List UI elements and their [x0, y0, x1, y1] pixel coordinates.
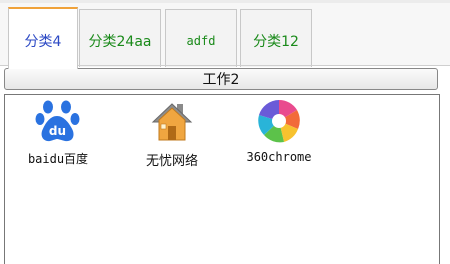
tab-label: adfd: [186, 33, 216, 48]
tab-category-24aa[interactable]: 分类24aa: [79, 9, 161, 67]
tab-label: 分类24aa: [88, 33, 152, 50]
section-title: 工作2: [202, 72, 240, 88]
tab-strip: 分类4 分类24aa adfd 分类12: [0, 3, 450, 69]
360chrome-icon: [258, 99, 300, 143]
shortcut-360chrome[interactable]: 360chrome: [229, 98, 329, 164]
tab-label: 分类12: [253, 33, 299, 50]
svg-text:du: du: [49, 124, 66, 138]
tab-category-4[interactable]: 分类4: [8, 7, 78, 69]
shortcut-label: 360chrome: [246, 150, 312, 164]
section-header-work2[interactable]: 工作2: [4, 68, 438, 90]
tab-category-12[interactable]: 分类12: [240, 9, 312, 67]
shortcut-panel: du baidu百度 无忧网络 360chrome: [4, 94, 440, 264]
shortcut-wuyou-network[interactable]: 无忧网络: [122, 98, 222, 169]
tab-label: 分类4: [24, 34, 62, 50]
tab-adfd[interactable]: adfd: [165, 9, 237, 67]
house-icon: [151, 103, 193, 141]
baidu-paw-icon: du: [35, 100, 80, 142]
shortcut-baidu[interactable]: du baidu百度: [8, 98, 108, 167]
shortcut-label: 无忧网络: [145, 154, 198, 169]
shortcut-label: baidu百度: [27, 152, 89, 166]
